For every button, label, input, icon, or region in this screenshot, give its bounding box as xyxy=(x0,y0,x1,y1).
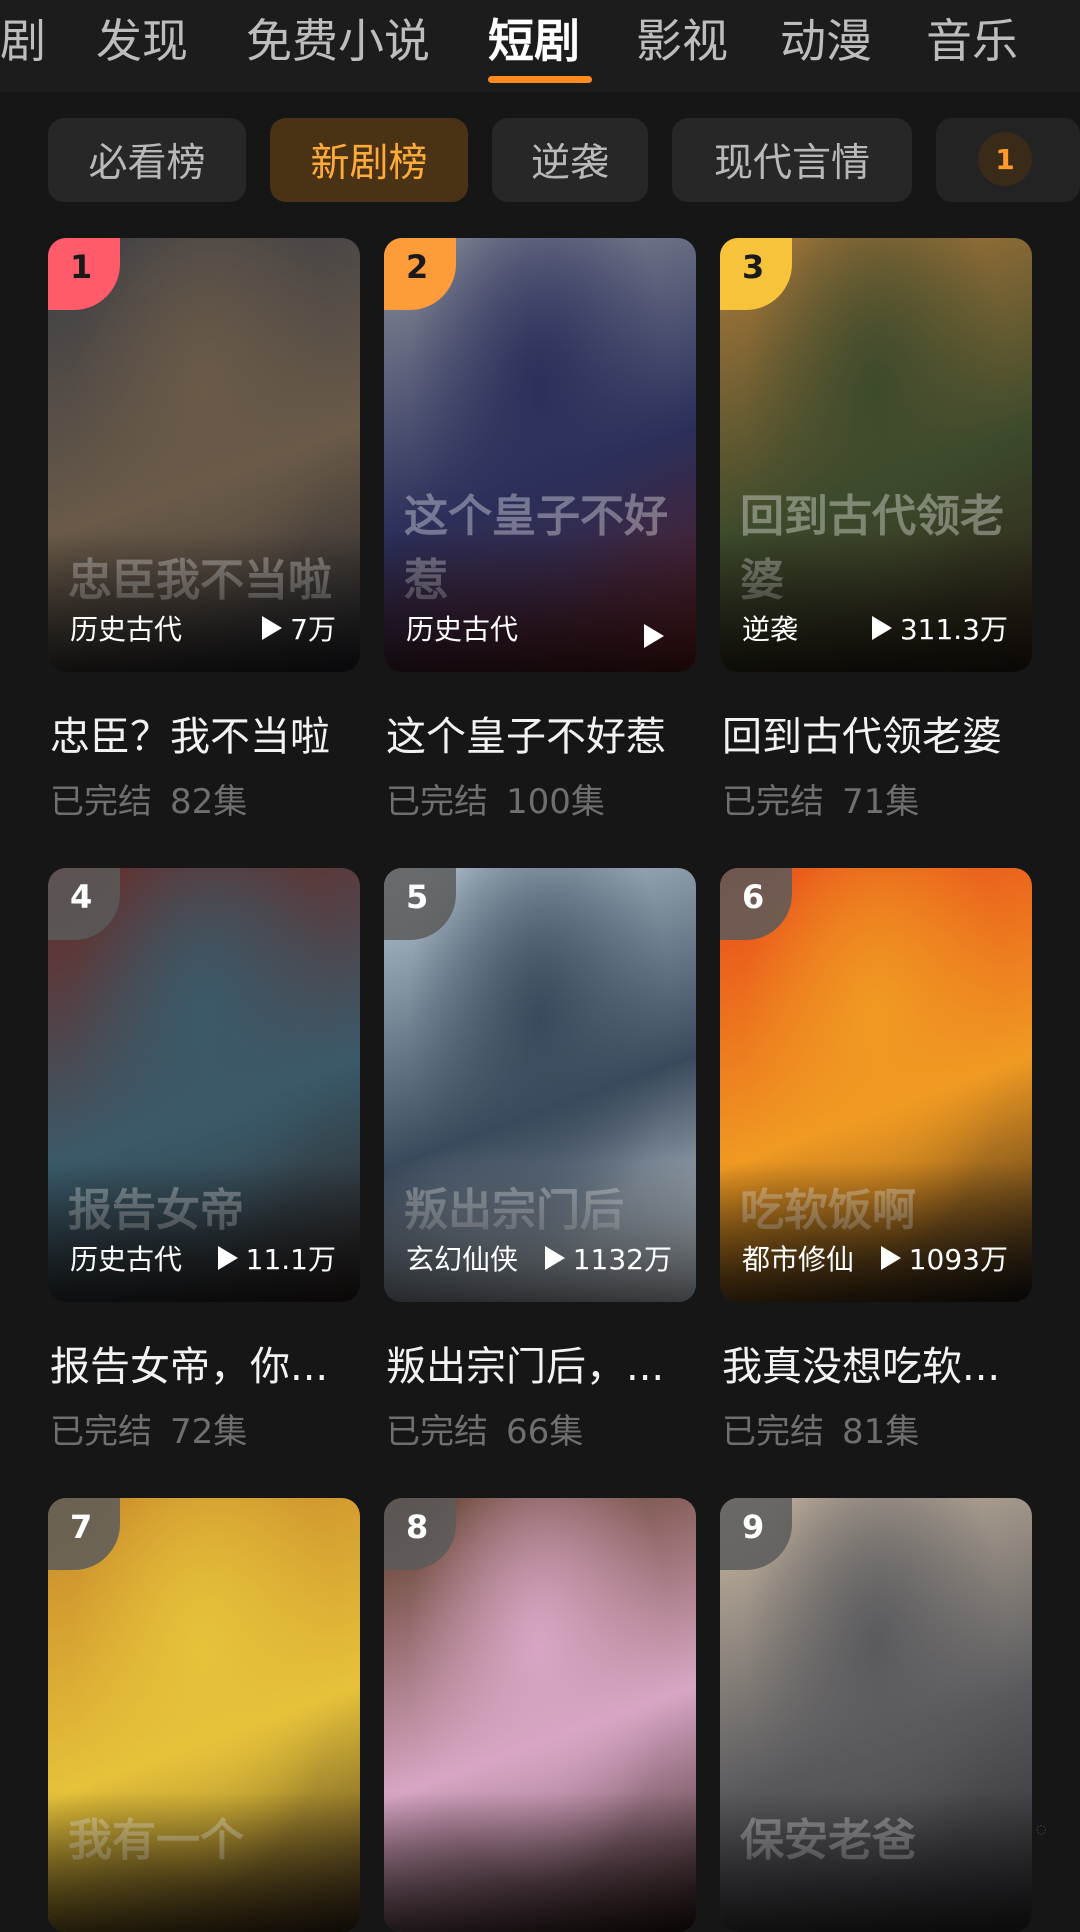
play-icon xyxy=(262,616,283,640)
drama-card[interactable]: 8 xyxy=(384,1498,696,1932)
drama-card[interactable]: 叛出宗门后5玄幻仙侠1132万叛出宗门后，...已完结66集 xyxy=(384,868,696,1468)
genre-label: 逆袭 xyxy=(742,613,799,646)
tab-short-drama[interactable]: 短剧 xyxy=(488,8,580,74)
tab-free-novels[interactable]: 免费小说 xyxy=(246,8,430,74)
drama-meta: 已完结 100集 xyxy=(386,774,605,823)
drama-poster[interactable]: 报告女帝4历史古代11.1万 xyxy=(48,868,360,1302)
chip-new-drama[interactable]: 新剧榜 xyxy=(270,118,468,202)
episode-count: 66集 xyxy=(506,1412,584,1452)
drama-status: 已完结 xyxy=(50,1412,152,1452)
drama-poster[interactable]: 这个皇子不好惹2历史古代 xyxy=(384,238,696,672)
drama-card[interactable]: 吃软饭啊6都市修仙1093万我真没想吃软...已完结81集 xyxy=(720,868,1032,1468)
drama-poster[interactable]: 忠臣我不当啦1历史古代7万 xyxy=(48,238,360,672)
drama-title[interactable]: 叛出宗门后，... xyxy=(386,1334,706,1392)
rank-badge: 5 xyxy=(384,868,456,940)
poster-shade xyxy=(384,532,696,672)
play-count-text: 311.3万 xyxy=(899,613,1008,646)
drama-meta: 已完结 82集 xyxy=(50,774,247,823)
tab-drama-partial[interactable]: 剧 xyxy=(0,8,46,74)
play-count: 1093万 xyxy=(880,1238,1008,1278)
drama-title[interactable]: 忠臣？我不当啦 xyxy=(50,704,370,762)
rank-badge: 7 xyxy=(48,1498,120,1570)
play-icon xyxy=(871,616,892,640)
poster-shade xyxy=(48,1162,360,1302)
drama-title[interactable]: 我真没想吃软... xyxy=(722,1334,1042,1392)
poster-shade xyxy=(48,1792,360,1932)
drama-status: 已完结 xyxy=(722,782,824,822)
play-count: 11.1万 xyxy=(217,1238,336,1278)
episode-count: 81集 xyxy=(842,1412,920,1452)
genre-label: 玄幻仙侠 xyxy=(406,1243,519,1276)
drama-poster[interactable]: 回到古代领老婆3逆袭311.3万 xyxy=(720,238,1032,672)
top-nav: 剧 发现 免费小说 短剧 影视 动漫 音乐 xyxy=(0,0,1080,92)
play-icon xyxy=(880,1246,901,1270)
drama-card[interactable]: 忠臣我不当啦1历史古代7万忠臣？我不当啦已完结82集 xyxy=(48,238,360,838)
drama-card[interactable]: 这个皇子不好惹2历史古代这个皇子不好惹已完结100集 xyxy=(384,238,696,838)
drama-title[interactable]: 报告女帝，你... xyxy=(50,1334,370,1392)
rank-badge: 4 xyxy=(48,868,120,940)
play-count-text: 11.1万 xyxy=(245,1243,336,1276)
drama-card[interactable]: 报告女帝4历史古代11.1万报告女帝，你...已完结72集 xyxy=(48,868,360,1468)
poster-shade xyxy=(384,1162,696,1302)
play-count: 311.3万 xyxy=(871,608,1008,648)
drama-meta: 已完结 71集 xyxy=(722,774,919,823)
drama-poster[interactable]: 8 xyxy=(384,1498,696,1932)
episode-count: 82集 xyxy=(170,782,248,822)
drama-status: 已完结 xyxy=(386,1412,488,1452)
rank-badge: 3 xyxy=(720,238,792,310)
rank-badge: 2 xyxy=(384,238,456,310)
rank-badge: 6 xyxy=(720,868,792,940)
drama-poster[interactable]: 保安老爸9 xyxy=(720,1498,1032,1932)
chip-modern-romance[interactable]: 现代言情 xyxy=(672,118,912,202)
play-count: 1132万 xyxy=(544,1238,672,1278)
tab-anime[interactable]: 动漫 xyxy=(780,8,872,74)
rank-badge: 9 xyxy=(720,1498,792,1570)
tab-music[interactable]: 音乐 xyxy=(926,8,1018,74)
genre-label: 历史古代 xyxy=(70,613,183,646)
episode-count: 71集 xyxy=(842,782,920,822)
play-icon xyxy=(544,1246,565,1270)
active-tab-underline xyxy=(488,76,592,83)
drama-poster[interactable]: 我有一个7 xyxy=(48,1498,360,1932)
play-count: 7万 xyxy=(262,608,336,648)
chip-must-watch[interactable]: 必看榜 xyxy=(48,118,246,202)
play-count-text: 7万 xyxy=(290,613,336,646)
poster-shade xyxy=(48,532,360,672)
rank-badge: 1 xyxy=(48,238,120,310)
genre-label: 历史古代 xyxy=(406,613,519,646)
play-count xyxy=(644,624,672,648)
genre-label: 历史古代 xyxy=(70,1243,183,1276)
play-count-text: 1093万 xyxy=(908,1243,1008,1276)
drama-status: 已完结 xyxy=(50,782,152,822)
episode-count: 100集 xyxy=(506,782,605,822)
genre-label: 都市修仙 xyxy=(742,1243,855,1276)
play-icon xyxy=(644,624,664,648)
play-count-text: 1132万 xyxy=(572,1243,672,1276)
drama-title[interactable]: 回到古代领老婆 xyxy=(722,704,1042,762)
episode-count: 72集 xyxy=(170,1412,248,1452)
drama-title[interactable]: 这个皇子不好惹 xyxy=(386,704,706,762)
drama-card[interactable]: 回到古代领老婆3逆袭311.3万回到古代领老婆已完结71集 xyxy=(720,238,1032,838)
drama-poster[interactable]: 叛出宗门后5玄幻仙侠1132万 xyxy=(384,868,696,1302)
drama-meta: 已完结 72集 xyxy=(50,1404,247,1453)
drama-status: 已完结 xyxy=(722,1412,824,1452)
drama-card[interactable]: 我有一个7 xyxy=(48,1498,360,1932)
poster-shade xyxy=(720,532,1032,672)
tab-film-tv[interactable]: 影视 xyxy=(636,8,728,74)
drama-status: 已完结 xyxy=(386,782,488,822)
chip-comeback[interactable]: 逆袭 xyxy=(492,118,648,202)
drama-meta: 已完结 66集 xyxy=(386,1404,583,1453)
poster-shade xyxy=(720,1162,1032,1302)
drama-meta: 已完结 81集 xyxy=(722,1404,919,1453)
drama-card[interactable]: 保安老爸9 xyxy=(720,1498,1032,1932)
play-icon xyxy=(217,1246,238,1270)
watermark-logo: ◌ xyxy=(1036,1822,1047,1836)
category-chips: 必看榜 新剧榜 逆袭 现代言情 xyxy=(0,118,1080,204)
poster-shade xyxy=(720,1792,1032,1932)
poster-shade xyxy=(384,1792,696,1932)
notification-badge[interactable]: 1 xyxy=(978,132,1032,186)
rank-badge: 8 xyxy=(384,1498,456,1570)
drama-poster[interactable]: 吃软饭啊6都市修仙1093万 xyxy=(720,868,1032,1302)
tab-discover[interactable]: 发现 xyxy=(96,8,188,74)
